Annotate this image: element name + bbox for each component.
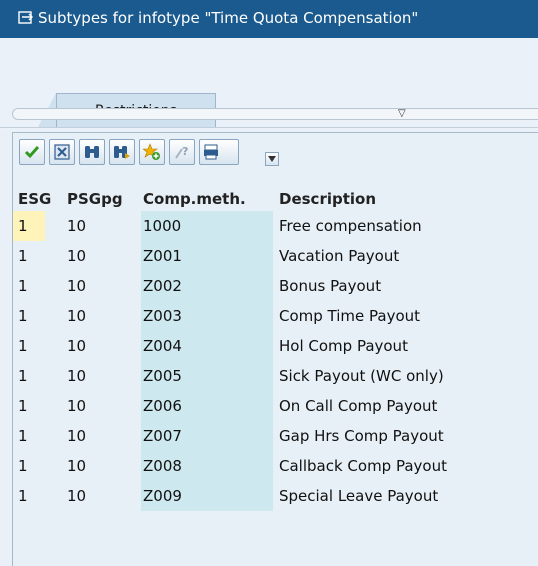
column-header-comp-meth[interactable]: Comp.meth. — [143, 187, 246, 211]
cell-esg[interactable]: 1 — [13, 451, 45, 481]
find-button[interactable] — [79, 139, 105, 165]
cell-psgpg[interactable]: 10 — [67, 451, 137, 481]
find-next-icon — [114, 146, 130, 159]
cell-esg[interactable]: 1 — [13, 241, 45, 271]
table-row[interactable]: 1 10 1000 Free compensation — [13, 211, 538, 241]
cell-comp-meth[interactable]: Z003 — [141, 301, 273, 331]
table-row[interactable]: 1 10 Z004 Hol Comp Payout — [13, 331, 538, 361]
table-row[interactable]: 1 10 Z009 Special Leave Payout — [13, 481, 538, 511]
cell-comp-meth[interactable]: Z008 — [141, 451, 273, 481]
cell-psgpg[interactable]: 10 — [67, 301, 137, 331]
cell-esg[interactable]: 1 — [13, 391, 45, 421]
cell-comp-meth[interactable]: 1000 — [141, 211, 273, 241]
cell-description[interactable]: Sick Payout (WC only) — [279, 361, 515, 391]
cell-esg[interactable]: 1 — [13, 211, 45, 241]
help-button[interactable]: ? — [169, 139, 195, 165]
table-row[interactable]: 1 10 Z008 Callback Comp Payout — [13, 451, 538, 481]
print-button[interactable] — [199, 139, 239, 165]
tab-underline — [0, 127, 538, 128]
cell-comp-meth[interactable]: Z002 — [141, 271, 273, 301]
table-header: ESG PSGpg Comp.meth. Description — [13, 187, 538, 211]
table-row[interactable]: 1 10 Z003 Comp Time Payout — [13, 301, 538, 331]
cell-description[interactable]: Free compensation — [279, 211, 515, 241]
cell-comp-meth[interactable]: Z007 — [141, 421, 273, 451]
cell-description[interactable]: On Call Comp Payout — [279, 391, 515, 421]
chevron-down-icon — [268, 156, 276, 162]
cell-description[interactable]: Gap Hrs Comp Payout — [279, 421, 515, 451]
cell-description[interactable]: Bonus Payout — [279, 271, 515, 301]
cancel-icon — [54, 144, 70, 160]
cell-comp-meth[interactable]: Z006 — [141, 391, 273, 421]
cell-description[interactable]: Special Leave Payout — [279, 481, 515, 511]
find-icon — [85, 146, 99, 158]
cancel-button[interactable] — [49, 139, 75, 165]
cell-psgpg[interactable]: 10 — [67, 391, 137, 421]
cell-description[interactable]: Comp Time Payout — [279, 301, 515, 331]
svg-text:?: ? — [182, 145, 188, 158]
new-entry-button[interactable] — [139, 139, 165, 165]
cell-description[interactable]: Callback Comp Payout — [279, 451, 515, 481]
confirm-button[interactable] — [19, 139, 45, 165]
cell-description[interactable]: Hol Comp Payout — [279, 331, 515, 361]
cell-psgpg[interactable]: 10 — [67, 241, 137, 271]
cell-esg[interactable]: 1 — [13, 271, 45, 301]
cell-comp-meth[interactable]: Z005 — [141, 361, 273, 391]
column-header-esg[interactable]: ESG — [18, 187, 51, 211]
find-next-button[interactable] — [109, 139, 135, 165]
table-row[interactable]: 1 10 Z001 Vacation Payout — [13, 241, 538, 271]
table-row[interactable]: 1 10 Z005 Sick Payout (WC only) — [13, 361, 538, 391]
checkmark-icon — [24, 146, 40, 159]
cell-comp-meth[interactable]: Z009 — [141, 481, 273, 511]
cell-esg[interactable]: 1 — [13, 361, 45, 391]
table-panel: ? ESG PSGpg Comp.meth. Description 1 10 … — [12, 132, 538, 566]
table-row[interactable]: 1 10 Z007 Gap Hrs Comp Payout — [13, 421, 538, 451]
column-header-psgpg[interactable]: PSGpg — [67, 187, 123, 211]
cell-description[interactable]: Vacation Payout — [279, 241, 515, 271]
cell-esg[interactable]: 1 — [13, 331, 45, 361]
horizontal-scrollbar[interactable]: ▽ — [12, 108, 538, 120]
window-title: Subtypes for infotype "Time Quota Compen… — [38, 9, 419, 27]
table-body: 1 10 1000 Free compensation 1 10 Z001 Va… — [13, 211, 538, 511]
window-title-bar: Subtypes for infotype "Time Quota Compen… — [0, 0, 538, 38]
cell-psgpg[interactable]: 10 — [67, 361, 137, 391]
table-row[interactable]: 1 10 Z002 Bonus Payout — [13, 271, 538, 301]
scroll-down-arrow-icon[interactable]: ▽ — [398, 109, 406, 119]
cell-psgpg[interactable]: 10 — [67, 481, 137, 511]
cell-psgpg[interactable]: 10 — [67, 271, 137, 301]
print-icon — [204, 144, 218, 160]
new-entry-icon — [143, 143, 160, 160]
cell-comp-meth[interactable]: Z001 — [141, 241, 273, 271]
table-row[interactable]: 1 10 Z006 On Call Comp Payout — [13, 391, 538, 421]
cell-esg[interactable]: 1 — [13, 301, 45, 331]
cell-esg[interactable]: 1 — [13, 481, 45, 511]
cell-psgpg[interactable]: 10 — [67, 421, 137, 451]
cell-comp-meth[interactable]: Z004 — [141, 331, 273, 361]
cell-psgpg[interactable]: 10 — [67, 331, 137, 361]
column-header-description[interactable]: Description — [279, 187, 376, 211]
cell-psgpg[interactable]: 10 — [67, 211, 137, 241]
cell-esg[interactable]: 1 — [13, 421, 45, 451]
selection-list-icon — [18, 11, 33, 24]
print-options-dropdown[interactable] — [265, 152, 279, 166]
help-icon: ? — [175, 145, 188, 159]
